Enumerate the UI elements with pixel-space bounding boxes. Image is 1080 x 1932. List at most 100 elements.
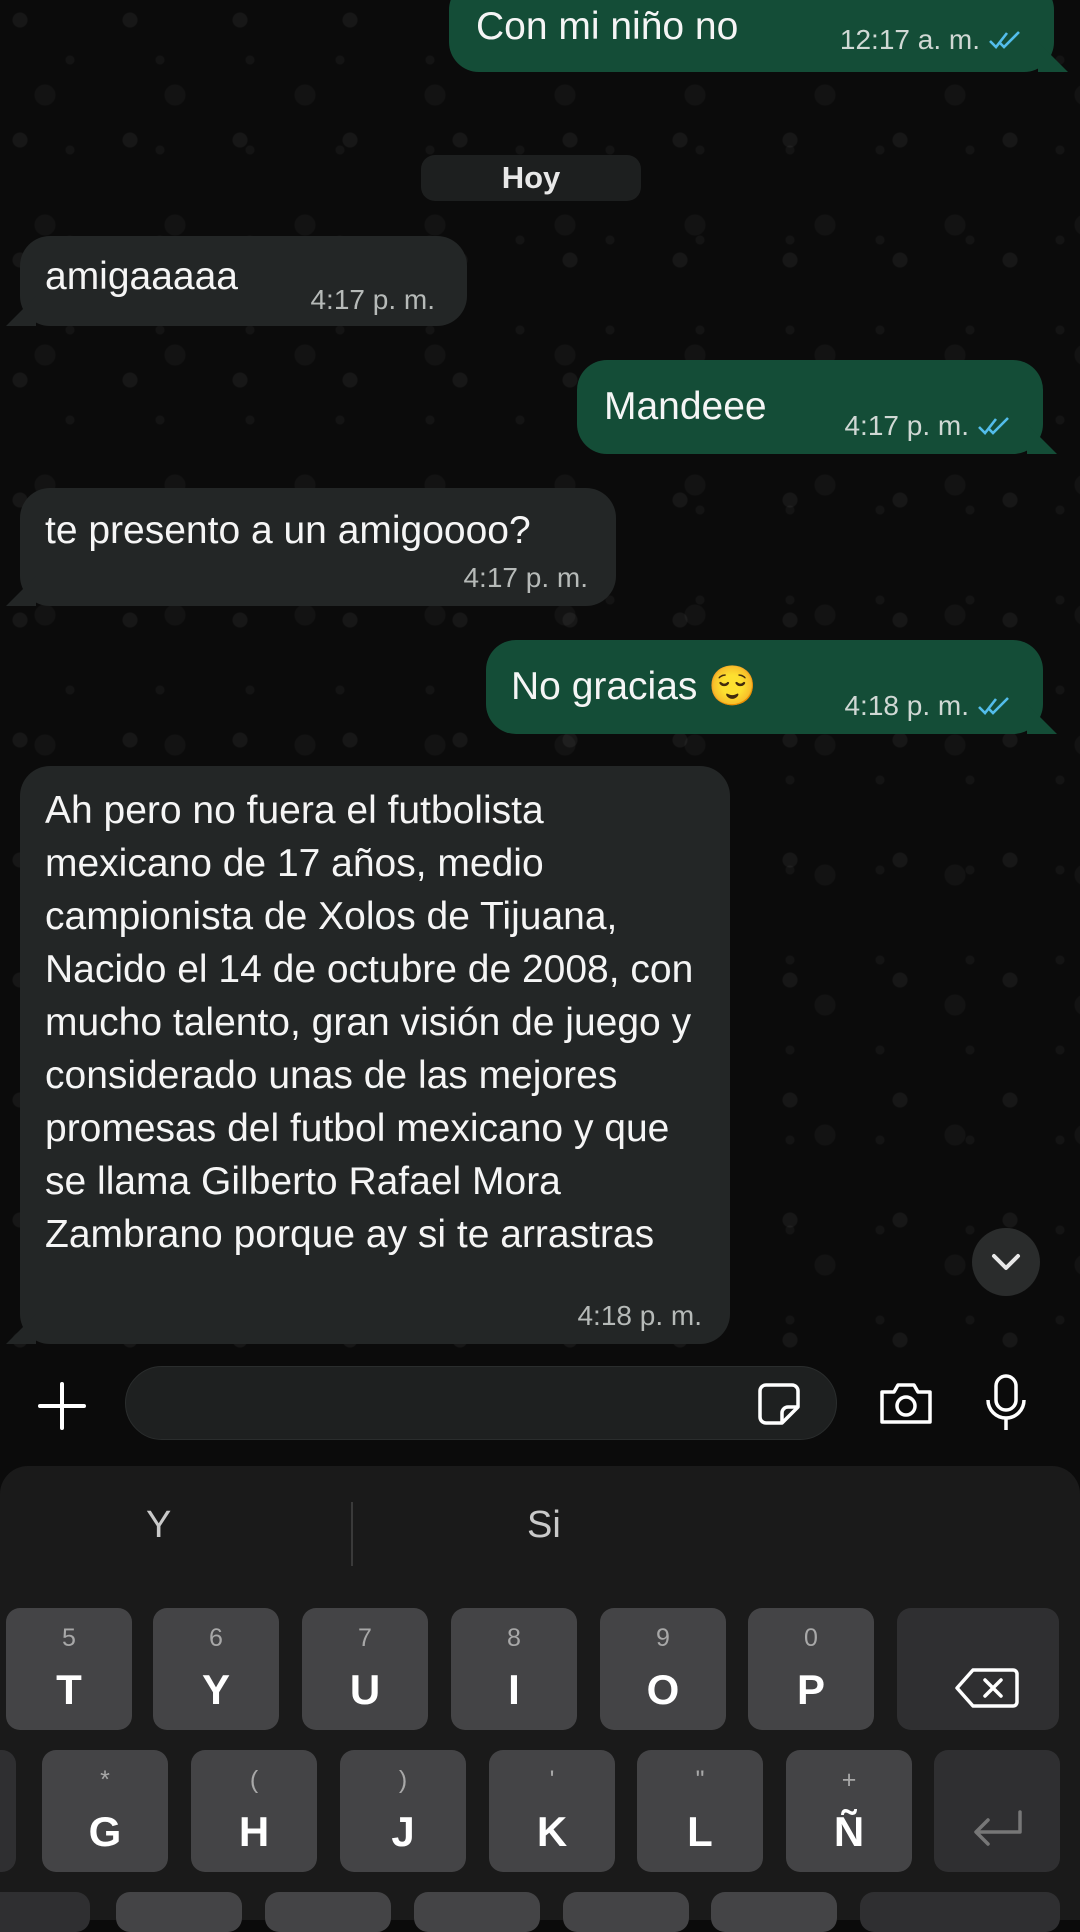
message-text: No gracias 😌 [511,665,757,708]
message-meta: 4:17 p. m. [463,562,588,594]
message-meta: 12:17 a. m. [840,24,1022,56]
key-letter: G [88,1808,122,1855]
message-text: amigaaaaa [45,255,238,298]
key-partial[interactable] [265,1892,391,1932]
key-partial[interactable] [860,1892,1060,1932]
key-partial[interactable] [563,1892,689,1932]
key-letter: L [687,1808,713,1855]
camera-icon [880,1383,932,1424]
key-partial[interactable] [414,1892,540,1932]
backspace-icon [955,1668,1019,1708]
key-i[interactable]: 8 I [451,1608,577,1730]
message-text: Ah pero no fuera el futbolista mexicano … [45,789,694,1256]
camera-button[interactable] [876,1374,936,1434]
key-j[interactable]: ) J [340,1750,466,1872]
key-t[interactable]: 5 T [6,1608,132,1730]
shift-key[interactable] [0,1892,90,1932]
message-text: te presento a un amigoooo? [45,509,531,552]
key-hint: 6 [209,1624,223,1652]
attach-button[interactable] [30,1374,94,1438]
key-letter: U [349,1666,381,1713]
date-separator: Hoy [421,155,641,201]
message-meta: 4:18 p. m. [577,1300,702,1332]
message-time: 4:17 p. m. [463,562,588,593]
key-hint: 7 [358,1624,372,1652]
key-hint: 0 [804,1624,818,1652]
key-y[interactable]: 6 Y [153,1608,279,1730]
key-letter: I [508,1666,520,1713]
key-letter: Y [201,1666,230,1713]
suggestion-bar: Y Si [0,1466,1080,1606]
enter-key[interactable] [934,1750,1060,1872]
bubble-tail [6,1314,36,1344]
key-letter: T [56,1666,82,1713]
key-o[interactable]: 9 O [600,1608,726,1730]
composer-bar [0,1352,1080,1464]
message-meta: 4:18 p. m. [844,690,1011,722]
chevron-down-icon [992,1254,1020,1270]
key-g[interactable]: * G [42,1750,168,1872]
key-u[interactable]: 7 U [302,1608,428,1730]
message-text: Con mi niño no [476,5,739,48]
message-input[interactable] [125,1366,837,1441]
key-letter: H [238,1808,270,1855]
message-incoming[interactable]: te presento a un amigoooo? 4:17 p. m. [6,488,616,606]
bubble-tail [6,576,36,606]
sticker-button[interactable] [756,1381,802,1427]
key-hint: * [100,1766,110,1794]
key-enye[interactable]: + Ñ [786,1750,912,1872]
message-outgoing[interactable]: Mandeee 4:17 p. m. [577,360,1057,454]
key-k[interactable]: ' K [489,1750,615,1872]
message-incoming[interactable]: amigaaaaa 4:17 p. m. [6,236,467,326]
key-letter: Ñ [833,1808,865,1855]
key-hint: + [841,1766,857,1794]
backspace-key[interactable] [897,1608,1059,1730]
key-hint: ' [549,1766,555,1794]
keyboard: Y Si 5 T 6 Y 7 U 8 I 9 O 0 P * G ( H) J… [0,1466,1080,1932]
key-letter: K [536,1808,568,1855]
message-outgoing[interactable]: No gracias 😌 4:18 p. m. [486,640,1057,734]
bubble-tail [1027,424,1057,454]
bubble-tail [6,296,36,326]
message-time: 4:17 p. m. [310,284,435,315]
sticker-icon [758,1383,800,1425]
key-f-partial[interactable] [0,1750,16,1872]
bubble-tail [1027,704,1057,734]
message-outgoing[interactable]: Con mi niño no 12:17 a. m. [449,0,1068,72]
key-l[interactable]: " L [637,1750,763,1872]
microphone-icon [986,1374,1026,1430]
key-letter: J [391,1808,415,1855]
suggestion-item[interactable]: Y [146,1504,171,1547]
key-hint: ) [398,1766,408,1794]
scroll-down-button[interactable] [972,1228,1040,1296]
message-text: Mandeee [604,385,767,428]
message-time: 4:18 p. m. [844,690,969,721]
key-partial[interactable] [116,1892,242,1932]
double-check-icon [978,697,1009,715]
key-letter: P [796,1666,825,1713]
voice-message-button[interactable] [976,1370,1036,1436]
plus-icon [38,1382,86,1430]
key-hint: 9 [656,1624,670,1652]
chat-area: Con mi niño no 12:17 a. m. Hoy amigaaaaa… [0,0,1080,1352]
message-meta: 4:17 p. m. [310,284,435,316]
message-time: 12:17 a. m. [839,24,980,55]
key-letter: O [646,1666,680,1713]
return-icon [974,1810,1022,1846]
key-p[interactable]: 0 P [748,1608,874,1730]
message-text-field[interactable] [154,1367,748,1441]
message-meta: 4:17 p. m. [844,410,1011,442]
bubble-tail [1038,42,1068,72]
suggestion-item[interactable]: Si [527,1504,561,1547]
key-hint: 8 [507,1624,521,1652]
double-check-icon [989,31,1020,49]
key-hint: " [695,1766,705,1794]
double-check-icon [978,417,1009,435]
message-incoming[interactable]: Ah pero no fuera el futbolista mexicano … [6,766,730,1344]
message-time: 4:18 p. m. [577,1300,702,1331]
key-hint: 5 [62,1624,76,1652]
key-h[interactable]: ( H [191,1750,317,1872]
key-hint: ( [249,1766,259,1794]
message-time: 4:17 p. m. [844,410,969,441]
key-partial[interactable] [711,1892,837,1932]
